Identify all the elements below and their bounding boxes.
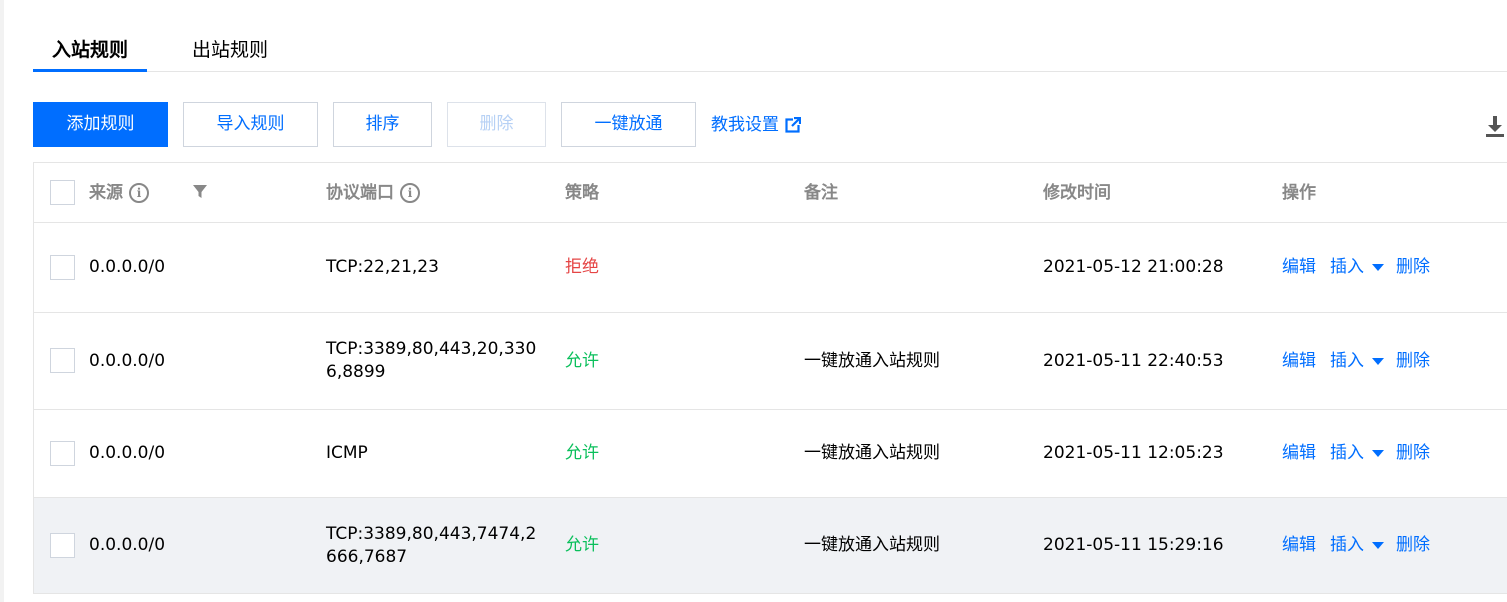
modified-time-cell: 2021-05-12 21:00:28: [1043, 257, 1224, 277]
tab-inbound-rules[interactable]: 入站规则: [33, 36, 147, 72]
table-row: 0.0.0.0/0 ICMP 允许 一键放通入站规则 2021-05-11 12…: [34, 410, 1507, 498]
download-icon[interactable]: [1484, 114, 1506, 138]
sort-button[interactable]: 排序: [333, 102, 432, 147]
modified-time-cell: 2021-05-11 22:40:53: [1043, 350, 1224, 371]
source-cell: 0.0.0.0/0: [89, 350, 166, 371]
insert-label: 插入: [1330, 257, 1364, 277]
header-protocol-port-label: 协议端口: [326, 183, 394, 203]
delete-link[interactable]: 删除: [1396, 534, 1430, 557]
open-all-button[interactable]: 一键放通: [561, 102, 696, 147]
filter-icon[interactable]: [193, 185, 207, 199]
header-modified: 修改时间: [1043, 183, 1111, 203]
row-checkbox[interactable]: [50, 441, 75, 466]
insert-dropdown[interactable]: 插入: [1330, 350, 1396, 373]
actions-cell: 编辑 插入 删除: [1282, 410, 1430, 497]
modified-time-cell: 2021-05-11 12:05:23: [1043, 443, 1224, 463]
protocol-port-cell: ICMP: [326, 443, 368, 463]
edit-link[interactable]: 编辑: [1282, 350, 1316, 373]
edit-link[interactable]: 编辑: [1282, 534, 1316, 557]
table-row: 0.0.0.0/0 TCP:22,21,23 拒绝 2021-05-12 21:…: [34, 223, 1507, 313]
tab-inbound-label: 入站规则: [51, 39, 128, 61]
protocol-port-cell: TCP:3389,80,443,20,3306,8899: [326, 339, 537, 382]
policy-cell: 允许: [565, 350, 599, 371]
row-checkbox[interactable]: [50, 348, 75, 373]
insert-dropdown[interactable]: 插入: [1330, 256, 1396, 279]
edit-link[interactable]: 编辑: [1282, 256, 1316, 279]
active-tab-underline: [33, 69, 147, 72]
protocol-port-cell: TCP:3389,80,443,7474,2666,7687: [326, 523, 537, 567]
security-rules-table: 来源 i 协议端口 i 策略 备注 修改时间 操作 0.0.0.0/0 TCP:…: [33, 162, 1507, 594]
caret-down-icon: [1372, 357, 1384, 365]
header-actions: 操作: [1282, 183, 1316, 203]
policy-cell: 拒绝: [565, 257, 599, 277]
delete-link[interactable]: 删除: [1396, 350, 1430, 373]
add-rule-button[interactable]: 添加规则: [33, 102, 168, 147]
table-row: 0.0.0.0/0 TCP:3389,80,443,20,3306,8899 允…: [34, 313, 1507, 410]
remark-cell: 一键放通入站规则: [804, 535, 940, 555]
caret-down-icon: [1372, 264, 1384, 271]
insert-dropdown[interactable]: 插入: [1330, 442, 1396, 465]
import-rules-button[interactable]: 导入规则: [183, 102, 318, 147]
insert-label: 插入: [1330, 535, 1364, 555]
header-source-label: 来源: [89, 183, 123, 203]
caret-down-icon: [1372, 542, 1384, 549]
header-remark: 备注: [804, 183, 838, 203]
tab-outbound-rules[interactable]: 出站规则: [192, 36, 268, 72]
rule-tabs: 入站规则 出站规则: [33, 0, 1507, 72]
table-header: 来源 i 协议端口 i 策略 备注 修改时间 操作: [34, 163, 1507, 223]
policy-cell: 允许: [565, 535, 599, 555]
modified-time-cell: 2021-05-11 15:29:16: [1043, 535, 1224, 555]
table-row: 0.0.0.0/0 TCP:3389,80,443,7474,2666,7687…: [34, 498, 1507, 594]
header-policy: 策略: [565, 183, 599, 203]
help-setup-link[interactable]: 教我设置: [711, 112, 801, 138]
source-cell: 0.0.0.0/0: [89, 257, 166, 277]
header-source: 来源 i: [89, 163, 149, 223]
page-left-border: [0, 0, 4, 602]
insert-dropdown[interactable]: 插入: [1330, 534, 1396, 557]
actions-cell: 编辑 插入 删除: [1282, 498, 1430, 593]
delete-button[interactable]: 删除: [447, 102, 546, 147]
delete-link[interactable]: 删除: [1396, 442, 1430, 465]
info-icon[interactable]: i: [129, 183, 149, 203]
source-cell: 0.0.0.0/0: [89, 535, 166, 555]
remark-cell: 一键放通入站规则: [804, 443, 940, 463]
policy-cell: 允许: [565, 443, 599, 463]
source-cell: 0.0.0.0/0: [89, 443, 166, 463]
insert-label: 插入: [1330, 350, 1364, 371]
external-link-icon: [785, 117, 801, 133]
actions-cell: 编辑 插入 删除: [1282, 223, 1430, 312]
edit-link[interactable]: 编辑: [1282, 442, 1316, 465]
tab-outbound-label: 出站规则: [192, 39, 269, 61]
caret-down-icon: [1372, 450, 1384, 457]
actions-cell: 编辑 插入 删除: [1282, 313, 1430, 409]
select-all-checkbox[interactable]: [50, 180, 75, 205]
insert-label: 插入: [1330, 443, 1364, 463]
remark-cell: 一键放通入站规则: [804, 350, 940, 371]
help-setup-label: 教我设置: [711, 115, 779, 135]
protocol-port-cell: TCP:22,21,23: [326, 257, 439, 277]
header-protocol-port: 协议端口 i: [326, 163, 420, 223]
info-icon[interactable]: i: [400, 183, 420, 203]
row-checkbox[interactable]: [50, 533, 75, 558]
row-checkbox[interactable]: [50, 255, 75, 280]
delete-link[interactable]: 删除: [1396, 256, 1430, 279]
